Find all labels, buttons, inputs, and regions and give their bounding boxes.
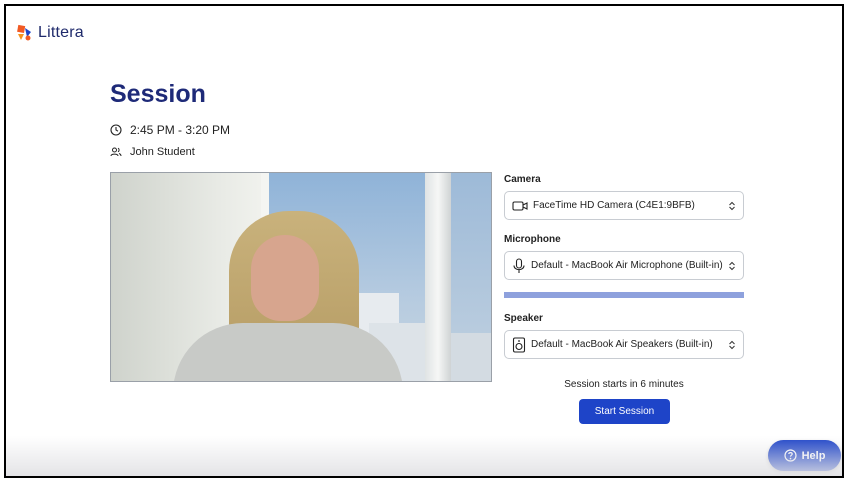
session-participant: John Student [110,146,195,158]
logo-text: Littera [38,24,84,41]
chevron-up-down-icon [729,201,735,210]
speaker-label: Speaker [504,313,543,324]
speaker-select-value: Default - MacBook Air Speakers (Built-in… [531,339,713,350]
camera-label: Camera [504,174,541,185]
session-countdown: Session starts in 6 minutes [564,379,684,390]
chevron-up-down-icon [729,340,735,349]
microphone-select-value: Default - MacBook Air Microphone (Built-… [531,260,723,271]
question-circle-icon [783,449,797,462]
participant-name: John Student [130,146,195,158]
preview-person-face [251,235,319,321]
app-window: Littera Session 2:45 PM - 3:20 PM John S… [4,4,844,478]
start-session-button[interactable]: Start Session [579,399,670,424]
preview-window-frame [425,173,451,381]
preview-building [451,333,491,381]
microphone-level-meter [504,292,744,298]
microphone-icon [513,257,525,273]
camera-select-value: FaceTime HD Camera (C4E1:9BFB) [533,200,695,211]
camera-preview [110,172,492,382]
session-time-text: 2:45 PM - 3:20 PM [130,123,231,137]
microphone-select[interactable]: Default - MacBook Air Microphone (Built-… [504,251,744,280]
video-camera-icon [512,200,528,211]
speaker-icon [512,336,526,353]
preview-person-shirt [173,323,403,381]
preview-outside [451,173,491,381]
bottom-fade [6,436,842,476]
users-icon [110,147,122,157]
littera-logo-icon [17,24,31,41]
logo[interactable]: Littera [15,24,84,42]
help-button[interactable]: Help [768,440,841,471]
chevron-up-down-icon [729,261,735,270]
session-time: 2:45 PM - 3:20 PM [110,123,230,137]
clock-icon [110,124,122,136]
microphone-level-fill [504,292,744,298]
camera-select[interactable]: FaceTime HD Camera (C4E1:9BFB) [504,191,744,220]
help-button-label: Help [801,449,826,462]
speaker-select[interactable]: Default - MacBook Air Speakers (Built-in… [504,330,744,359]
microphone-label: Microphone [504,234,561,245]
page-title: Session [110,80,206,108]
